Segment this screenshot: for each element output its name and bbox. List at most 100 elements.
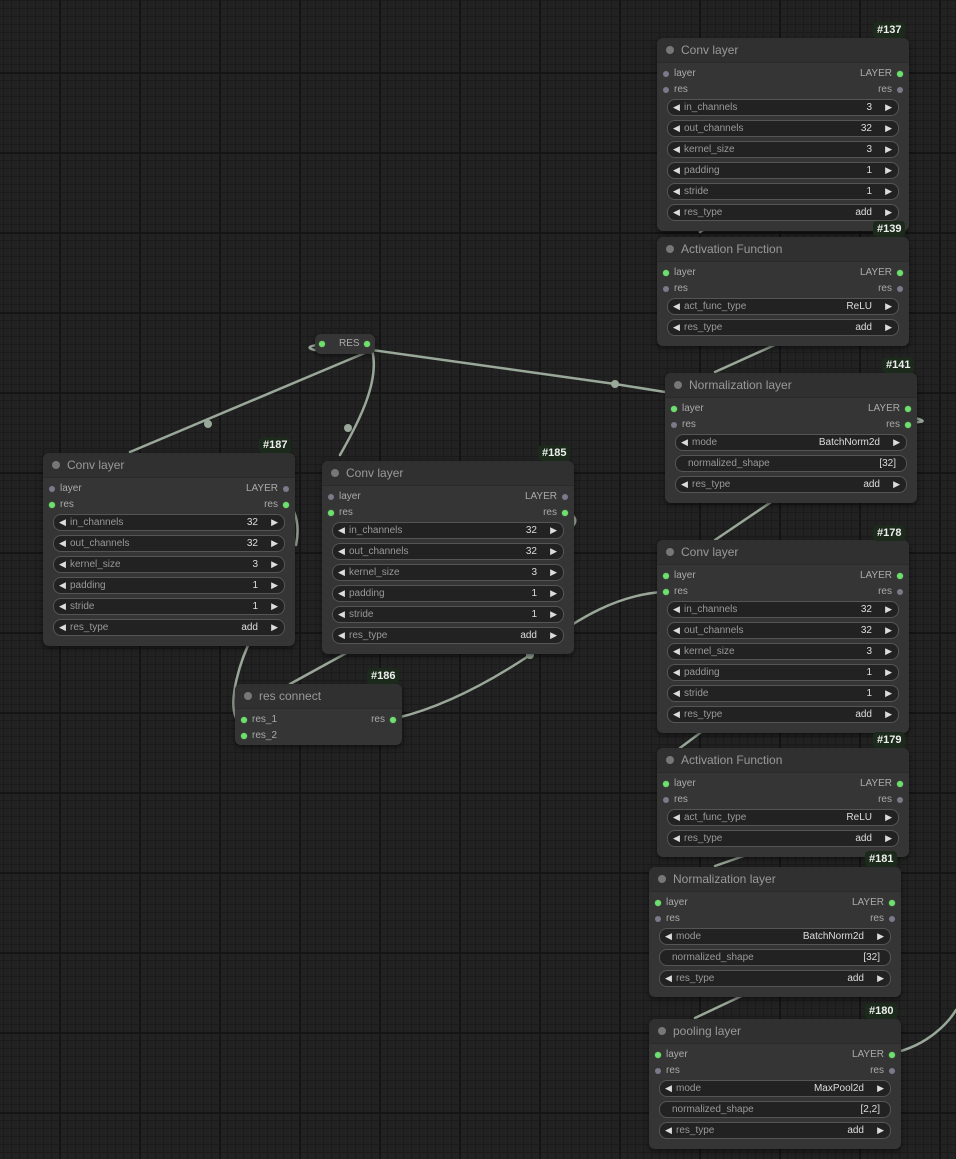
slot-dot-icon[interactable] xyxy=(897,87,903,93)
increment-arrow-icon[interactable]: ▶ xyxy=(885,142,892,157)
collapse-dot-icon[interactable] xyxy=(331,469,339,477)
decrement-arrow-icon[interactable]: ◀ xyxy=(665,1081,672,1096)
decrement-arrow-icon[interactable]: ◀ xyxy=(681,477,688,492)
widget-out-channels[interactable]: ◀ out_channels 32 ▶ xyxy=(667,622,899,639)
input-slot-res_2[interactable]: res_2 xyxy=(241,729,277,743)
widget-kernel-size[interactable]: ◀ kernel_size 3 ▶ xyxy=(667,141,899,158)
decrement-arrow-icon[interactable]: ◀ xyxy=(673,810,680,825)
output-slot-res[interactable]: res xyxy=(878,282,903,296)
increment-arrow-icon[interactable]: ▶ xyxy=(885,644,892,659)
decrement-arrow-icon[interactable]: ◀ xyxy=(338,544,345,559)
node-title[interactable]: Conv layer xyxy=(657,38,909,63)
node-178-conv-layer[interactable]: Conv layer layer res LAYER res ◀ in_channels 32… xyxy=(657,540,909,733)
decrement-arrow-icon[interactable]: ◀ xyxy=(59,599,66,614)
input-slot-res[interactable]: res xyxy=(663,793,688,807)
increment-arrow-icon[interactable]: ▶ xyxy=(885,163,892,178)
increment-arrow-icon[interactable]: ▶ xyxy=(550,586,557,601)
increment-arrow-icon[interactable]: ▶ xyxy=(271,599,278,614)
increment-arrow-icon[interactable]: ▶ xyxy=(885,686,892,701)
widget-act-func-type[interactable]: ◀ act_func_type ReLU ▶ xyxy=(667,298,899,315)
widget-normalized-shape[interactable]: normalized_shape [2,2] xyxy=(659,1101,891,1118)
decrement-arrow-icon[interactable]: ◀ xyxy=(59,578,66,593)
output-slot-layer[interactable]: LAYER xyxy=(246,482,289,496)
widget-out-channels[interactable]: ◀ out_channels 32 ▶ xyxy=(53,535,285,552)
decrement-arrow-icon[interactable]: ◀ xyxy=(673,665,680,680)
slot-dot-icon[interactable] xyxy=(390,717,396,723)
widget-in-channels[interactable]: ◀ in_channels 32 ▶ xyxy=(53,514,285,531)
link-res-187[interactable] xyxy=(128,348,374,454)
reroute-output-dot[interactable] xyxy=(364,341,370,347)
output-slot-res[interactable]: res xyxy=(886,418,911,432)
input-slot-layer[interactable]: layer xyxy=(328,490,361,504)
input-slot-res[interactable]: res xyxy=(49,498,74,512)
widget-in-channels[interactable]: ◀ in_channels 32 ▶ xyxy=(332,522,564,539)
decrement-arrow-icon[interactable]: ◀ xyxy=(673,299,680,314)
output-slot-layer[interactable]: LAYER xyxy=(852,896,895,910)
increment-arrow-icon[interactable]: ▶ xyxy=(877,971,884,986)
node-186-res-connect[interactable]: res connect res_1 res_2 res xyxy=(235,684,402,745)
widget-mode[interactable]: ◀ mode MaxPool2d ▶ xyxy=(659,1080,891,1097)
decrement-arrow-icon[interactable]: ◀ xyxy=(338,523,345,538)
widget-padding[interactable]: ◀ padding 1 ▶ xyxy=(332,585,564,602)
node-title[interactable]: res connect xyxy=(235,684,402,709)
slot-dot-icon[interactable] xyxy=(663,781,669,787)
slot-dot-icon[interactable] xyxy=(562,494,568,500)
decrement-arrow-icon[interactable]: ◀ xyxy=(673,163,680,178)
output-slot-res[interactable]: res xyxy=(371,713,396,727)
collapse-dot-icon[interactable] xyxy=(666,756,674,764)
widget-stride[interactable]: ◀ stride 1 ▶ xyxy=(667,183,899,200)
output-slot-res[interactable]: res xyxy=(543,506,568,520)
increment-arrow-icon[interactable]: ▶ xyxy=(877,1123,884,1138)
node-title[interactable]: Conv layer xyxy=(657,540,909,565)
widget-normalized-shape[interactable]: normalized_shape [32] xyxy=(659,949,891,966)
node-179-activation-function[interactable]: Activation Function layer res LAYER res ◀ act_… xyxy=(657,748,909,857)
node-title[interactable]: Conv layer xyxy=(43,453,295,478)
output-slot-layer[interactable]: LAYER xyxy=(525,490,568,504)
widget-res-type[interactable]: ◀ res_type add ▶ xyxy=(332,627,564,644)
decrement-arrow-icon[interactable]: ◀ xyxy=(673,205,680,220)
slot-dot-icon[interactable] xyxy=(905,406,911,412)
slot-dot-icon[interactable] xyxy=(562,510,568,516)
output-slot-layer[interactable]: LAYER xyxy=(860,569,903,583)
increment-arrow-icon[interactable]: ▶ xyxy=(893,435,900,450)
input-slot-res_1[interactable]: res_1 xyxy=(241,713,277,727)
input-slot-layer[interactable]: layer xyxy=(655,896,688,910)
node-181-normalization-layer[interactable]: Normalization layer layer res LAYER res ◀ mode… xyxy=(649,867,901,997)
decrement-arrow-icon[interactable]: ◀ xyxy=(673,142,680,157)
input-slot-res[interactable]: res xyxy=(663,83,688,97)
slot-dot-icon[interactable] xyxy=(897,797,903,803)
slot-dot-icon[interactable] xyxy=(328,510,334,516)
increment-arrow-icon[interactable]: ▶ xyxy=(885,831,892,846)
node-139-activation-function[interactable]: Activation Function layer res LAYER res ◀ act_… xyxy=(657,237,909,346)
slot-dot-icon[interactable] xyxy=(328,494,334,500)
collapse-dot-icon[interactable] xyxy=(244,692,252,700)
increment-arrow-icon[interactable]: ▶ xyxy=(885,707,892,722)
input-slot-res[interactable]: res xyxy=(663,585,688,599)
decrement-arrow-icon[interactable]: ◀ xyxy=(673,644,680,659)
decrement-arrow-icon[interactable]: ◀ xyxy=(673,320,680,335)
input-slot-res[interactable]: res xyxy=(655,1064,680,1078)
widget-res-type[interactable]: ◀ res_type add ▶ xyxy=(659,970,891,987)
output-slot-layer[interactable]: LAYER xyxy=(852,1048,895,1062)
increment-arrow-icon[interactable]: ▶ xyxy=(550,544,557,559)
increment-arrow-icon[interactable]: ▶ xyxy=(885,665,892,680)
input-slot-res[interactable]: res xyxy=(328,506,353,520)
collapse-dot-icon[interactable] xyxy=(666,46,674,54)
slot-dot-icon[interactable] xyxy=(905,422,911,428)
widget-res-type[interactable]: ◀ res_type add ▶ xyxy=(659,1122,891,1139)
widget-res-type[interactable]: ◀ res_type add ▶ xyxy=(53,619,285,636)
collapse-dot-icon[interactable] xyxy=(666,548,674,556)
decrement-arrow-icon[interactable]: ◀ xyxy=(673,831,680,846)
slot-dot-icon[interactable] xyxy=(897,589,903,595)
slot-dot-icon[interactable] xyxy=(663,573,669,579)
widget-act-func-type[interactable]: ◀ act_func_type ReLU ▶ xyxy=(667,809,899,826)
collapse-dot-icon[interactable] xyxy=(658,875,666,883)
slot-dot-icon[interactable] xyxy=(655,916,661,922)
link-midpoint[interactable] xyxy=(611,380,619,388)
increment-arrow-icon[interactable]: ▶ xyxy=(885,320,892,335)
slot-dot-icon[interactable] xyxy=(897,573,903,579)
output-slot-layer[interactable]: LAYER xyxy=(860,266,903,280)
output-slot-res[interactable]: res xyxy=(870,912,895,926)
widget-kernel-size[interactable]: ◀ kernel_size 3 ▶ xyxy=(53,556,285,573)
widget-stride[interactable]: ◀ stride 1 ▶ xyxy=(667,685,899,702)
